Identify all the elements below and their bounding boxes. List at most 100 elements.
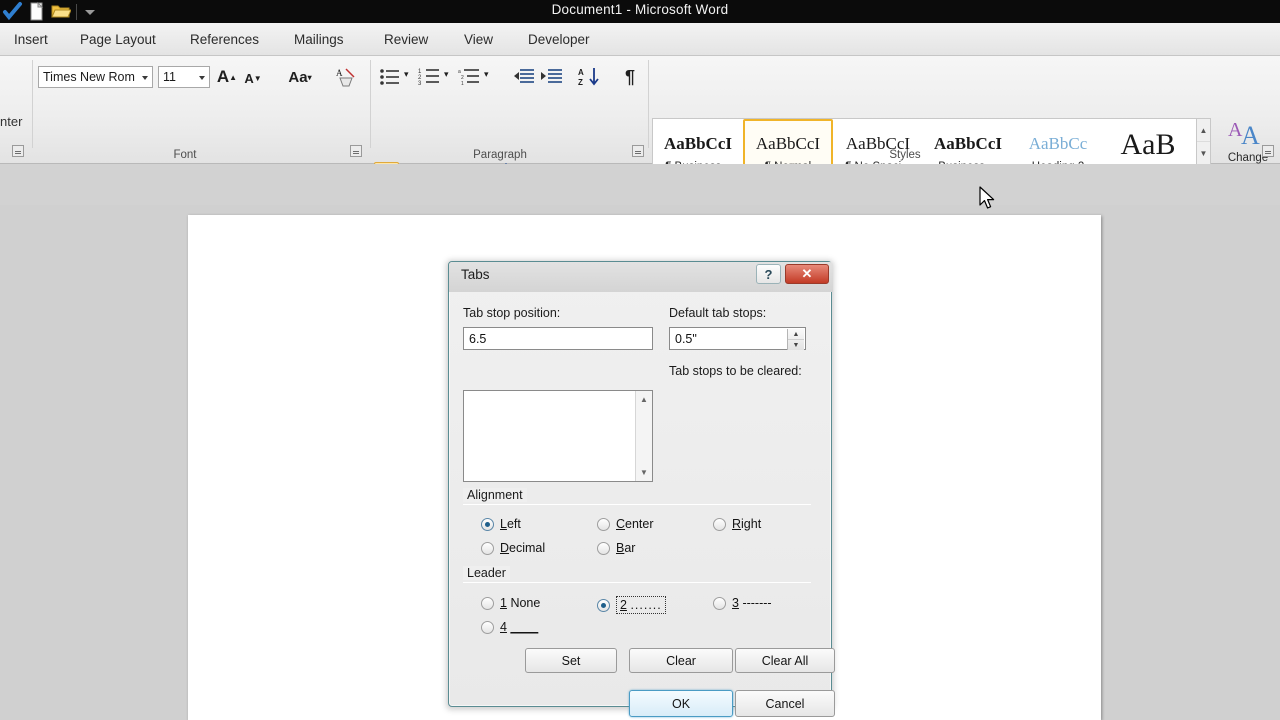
- leader-4-dash: ____: [510, 620, 539, 634]
- svg-text:Z: Z: [578, 78, 583, 87]
- default-tab-stops-input[interactable]: 0.5" ▲ ▼: [669, 327, 806, 350]
- increase-indent-icon[interactable]: [540, 66, 564, 88]
- font-size-combo[interactable]: 11: [158, 66, 210, 88]
- radio-indicator: [481, 517, 494, 531]
- default-tab-stops-spinner[interactable]: ▲ ▼: [787, 329, 804, 350]
- tab-references[interactable]: References: [182, 29, 267, 50]
- multilevel-list-icon[interactable]: a 2 1: [458, 66, 482, 88]
- sort-icon[interactable]: A Z: [578, 66, 604, 88]
- styles-dialog-launcher[interactable]: [1262, 145, 1274, 157]
- cancel-button[interactable]: Cancel: [735, 690, 835, 717]
- spinner-up-icon[interactable]: ▲: [788, 329, 804, 340]
- tab-view[interactable]: View: [456, 29, 501, 50]
- numbering-dropdown-arrow-icon[interactable]: ▾: [444, 69, 449, 80]
- tab-stop-position-label: Tab stop position:: [463, 306, 561, 320]
- decrease-indent-icon[interactable]: [512, 66, 536, 88]
- font-name-value: Times New Rom: [43, 70, 135, 84]
- radio-indicator: [481, 541, 494, 555]
- svg-text:A: A: [1241, 121, 1260, 150]
- styles-scroll-down-icon[interactable]: ▼: [1197, 143, 1210, 166]
- set-button[interactable]: Set: [525, 648, 617, 673]
- alignment-left-label-rest: eft: [506, 517, 521, 531]
- alignment-decimal-label-rest: ecimal: [509, 541, 546, 555]
- close-icon[interactable]: ✕: [785, 264, 829, 284]
- alignment-center-label-rest: enter: [625, 517, 654, 531]
- clear-all-button[interactable]: Clear All: [735, 648, 835, 673]
- default-tab-stops-label: Default tab stops:: [669, 306, 767, 320]
- leader-group: Leader 1 None 2 ....... 3 ------- 4 ____: [463, 566, 811, 640]
- clipboard-dialog-launcher[interactable]: [12, 145, 24, 157]
- radio-indicator: [481, 596, 494, 610]
- group-separator: [32, 60, 33, 148]
- ribbon: nter Times New Rom 11 A▲ A▼ Aa▾ A B I U …: [0, 56, 1280, 190]
- dialog-title-bar[interactable]: Tabs ? ✕: [449, 262, 833, 292]
- grow-font-icon[interactable]: A ▲: [216, 66, 238, 88]
- style-preview: AaB: [1120, 127, 1176, 161]
- alignment-radio-right[interactable]: Right: [713, 517, 761, 531]
- radio-indicator: [597, 598, 610, 612]
- bullets-dropdown-arrow-icon[interactable]: ▾: [404, 69, 409, 80]
- leader-2-dash: .......: [630, 598, 662, 612]
- clear-button[interactable]: Clear: [629, 648, 733, 673]
- change-case-icon[interactable]: Aa ▾: [284, 67, 316, 87]
- chevron-down-icon: [199, 76, 205, 80]
- font-size-value: 11: [163, 70, 176, 84]
- radio-indicator: [713, 596, 726, 610]
- tab-developer[interactable]: Developer: [520, 29, 598, 50]
- cancel-button-label: Cancel: [765, 696, 805, 711]
- alignment-radio-bar[interactable]: Bar: [597, 541, 635, 555]
- style-preview: AaBbCc: [1028, 134, 1088, 154]
- spinner-down-icon[interactable]: ▼: [788, 340, 804, 350]
- leader-radio-3-dashes[interactable]: 3 -------: [713, 596, 772, 610]
- styles-scroll-up-icon[interactable]: ▲: [1197, 119, 1210, 142]
- leader-radio-2-dots[interactable]: 2 .......: [597, 596, 666, 614]
- style-preview: AaBbCcI: [755, 134, 821, 154]
- clear-all-button-label: Clear All: [761, 653, 809, 668]
- alignment-right-label-rest: ight: [741, 517, 762, 531]
- leader-1-label: None: [510, 596, 541, 610]
- clipboard-center-label: nter: [0, 114, 23, 129]
- tab-stop-position-value: 6.5: [469, 331, 487, 346]
- clear-formatting-icon[interactable]: A: [334, 66, 358, 88]
- leader-group-title: Leader: [463, 566, 510, 580]
- multilevel-list-dropdown-arrow-icon[interactable]: ▾: [484, 69, 489, 80]
- mouse-cursor: [979, 186, 997, 212]
- ok-button[interactable]: OK: [629, 690, 733, 717]
- font-name-combo[interactable]: Times New Rom: [38, 66, 153, 88]
- tab-stop-position-input[interactable]: 6.5: [463, 327, 653, 350]
- tabs-dialog: Tabs ? ✕ Tab stop position: 6.5 ▲ ▼ Defa…: [448, 261, 835, 717]
- group-separator: [648, 60, 649, 148]
- leader-1-num: 1: [500, 596, 507, 610]
- font-dialog-launcher[interactable]: [350, 145, 362, 157]
- scroll-up-icon[interactable]: ▲: [636, 391, 652, 408]
- help-button[interactable]: ?: [756, 264, 781, 284]
- alignment-radio-decimal[interactable]: Decimal: [481, 541, 545, 555]
- alignment-radio-center[interactable]: Center: [597, 517, 654, 531]
- numbering-icon[interactable]: 1 2 3: [418, 66, 442, 88]
- radio-indicator: [597, 541, 610, 555]
- window-title: Document1 - Microsoft Word: [551, 2, 729, 17]
- tab-insert[interactable]: Insert: [6, 29, 56, 50]
- tab-page-layout[interactable]: Page Layout: [72, 29, 164, 50]
- svg-text:3: 3: [418, 81, 422, 87]
- set-button-label: Set: [561, 653, 581, 668]
- tab-review[interactable]: Review: [376, 29, 436, 50]
- bullets-icon[interactable]: [378, 66, 402, 88]
- scroll-down-icon[interactable]: ▼: [636, 464, 652, 481]
- show-formatting-marks-icon[interactable]: ¶: [618, 64, 642, 90]
- clear-button-label: Clear: [666, 653, 696, 668]
- tab-mailings[interactable]: Mailings: [286, 29, 352, 50]
- shrink-font-icon[interactable]: A ▼: [242, 68, 264, 88]
- tab-stops-scrollbar[interactable]: ▲ ▼: [635, 391, 652, 481]
- leader-4-num: 4: [500, 620, 507, 634]
- alignment-group-title: Alignment: [463, 488, 527, 502]
- tab-stops-listbox[interactable]: ▲ ▼: [463, 390, 653, 482]
- alignment-radio-left[interactable]: Left: [481, 517, 521, 531]
- svg-text:1: 1: [461, 81, 464, 87]
- alignment-group: Alignment Left Center Right Decimal Bar: [463, 488, 811, 558]
- leader-radio-4-underline[interactable]: 4 ____: [481, 620, 538, 634]
- dialog-title: Tabs: [461, 267, 490, 282]
- leader-2-num: 2: [620, 598, 627, 612]
- paragraph-dialog-launcher[interactable]: [632, 145, 644, 157]
- leader-radio-1-none[interactable]: 1 None: [481, 596, 540, 610]
